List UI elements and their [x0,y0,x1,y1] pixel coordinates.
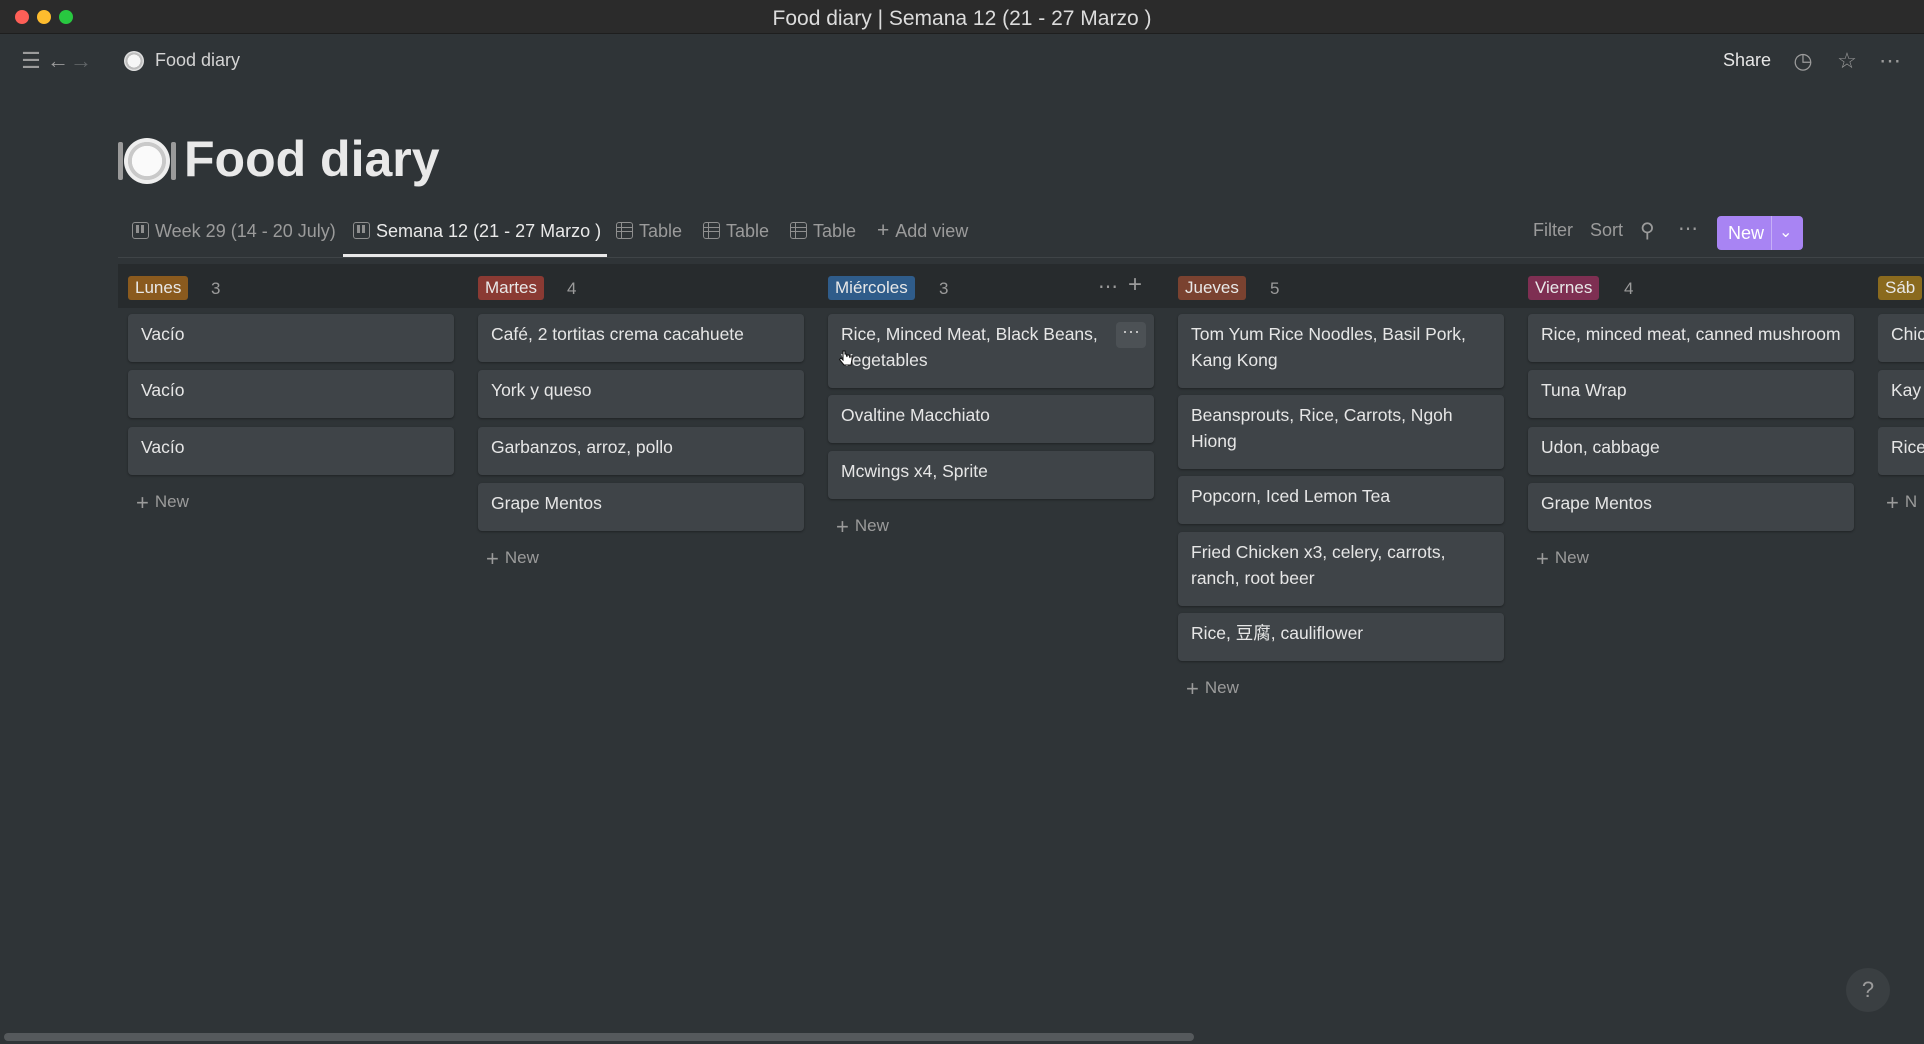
window-title: Food diary | Semana 12 (21 - 27 Marzo ) [772,7,1152,30]
card[interactable]: Udon, cabbage [1528,427,1854,475]
column-tag[interactable]: Martes [478,276,544,300]
card[interactable]: Grape Mentos [478,483,804,531]
plus-icon: + [136,490,149,515]
forward-arrow-icon[interactable]: → [68,48,94,74]
page-plate-icon[interactable] [118,138,176,184]
card[interactable]: Fried Chicken x3, celery, carrots, ranch… [1178,532,1504,606]
card-more-icon[interactable]: ⋯ [1116,322,1146,348]
column-more-icon[interactable]: ⋯ [1098,274,1118,299]
column-header: Sáb [1878,276,1923,300]
column-header: Jueves [1178,276,1246,300]
card[interactable]: Rice, Minced Meat, Black Beans, Vegetabl… [828,314,1154,388]
column-header: Lunes [128,276,189,300]
column-count: 3 [939,279,949,298]
help-button[interactable]: ? [1846,968,1890,1012]
new-button-label: New [1728,223,1765,243]
tabs-divider [118,257,1924,258]
top-bar: ☰ ← → Food diary Share ◷ ☆ ⋯ [0,34,1924,88]
column-tag[interactable]: Jueves [1178,276,1246,300]
hand-cursor-icon [838,350,853,366]
breadcrumb[interactable]: Food diary [155,50,240,71]
card[interactable]: Vacío [128,314,454,362]
column-header: Martes [478,276,544,300]
table-icon [616,222,633,239]
column-count: 4 [1624,279,1634,298]
more-options-icon[interactable]: ⋯ [1877,48,1903,74]
more-options-icon[interactable]: ⋯ [1678,216,1698,241]
plus-icon: + [486,546,499,571]
column-header: Miércoles [828,276,915,300]
card[interactable]: Rice [1878,427,1924,475]
plate-icon [124,51,144,71]
new-button[interactable]: New ⌄ [1717,216,1803,250]
new-button-separator [1771,216,1772,250]
card[interactable]: Vacío [128,427,454,475]
chevron-down-icon[interactable]: ⌄ [1779,222,1792,242]
card[interactable]: Tuna Wrap [1528,370,1854,418]
column-count: 5 [1270,279,1280,298]
card[interactable]: Kay [1878,370,1924,418]
card[interactable]: Garbanzos, arroz, pollo [478,427,804,475]
add-card-button[interactable]: + New [836,514,889,540]
plus-icon: + [877,219,890,242]
add-card-button[interactable]: + New [486,546,539,572]
plus-icon: + [836,514,849,539]
tab-week-29[interactable]: Week 29 (14 - 20 July) [132,220,336,260]
board-icon [132,222,149,239]
column-tag[interactable]: Viernes [1528,276,1600,300]
scrollbar-thumb[interactable] [4,1033,1194,1041]
plus-icon: + [1186,676,1199,701]
app-window: Food diary | Semana 12 (21 - 27 Marzo ) … [0,0,1924,1044]
tab-table-2[interactable]: Table [703,220,769,260]
board-header-band [118,264,1924,308]
column-count: 4 [567,279,577,298]
column-add-icon[interactable]: + [1128,271,1142,299]
add-card-button[interactable]: + N [1886,490,1917,516]
card[interactable]: Rice, 豆腐, cauliflower [1178,613,1504,661]
card[interactable]: Tom Yum Rice Noodles, Basil Pork, Kang K… [1178,314,1504,388]
horizontal-scrollbar[interactable] [0,1030,1924,1044]
column-count: 3 [211,279,221,298]
column-tag[interactable]: Miércoles [828,276,915,300]
add-card-button[interactable]: + New [1186,676,1239,702]
active-tab-indicator [343,254,607,257]
plus-icon: + [1536,546,1549,571]
search-icon[interactable]: ⚲ [1640,218,1655,243]
sidebar-menu-icon[interactable]: ☰ [18,48,44,74]
add-view-button[interactable]: + Add view [877,220,968,260]
tab-table-1[interactable]: Table [616,220,682,260]
card[interactable]: Mcwings x4, Sprite [828,451,1154,499]
column-header: Viernes [1528,276,1600,300]
card[interactable]: Rice, minced meat, canned mushroom [1528,314,1854,362]
table-icon [703,222,720,239]
page-title[interactable]: Food diary [184,130,440,188]
card[interactable]: Café, 2 tortitas crema cacahuete [478,314,804,362]
card[interactable]: Chic [1878,314,1924,362]
column-tag[interactable]: Sáb [1878,276,1923,300]
column-sabado: Sáb Chic Kay Rice + N [1878,264,1924,524]
filter-button[interactable]: Filter [1533,220,1573,241]
column-tag[interactable]: Lunes [128,276,189,300]
card[interactable]: Popcorn, Iced Lemon Tea [1178,476,1504,524]
add-card-button[interactable]: + New [1536,546,1589,572]
card[interactable]: Beansprouts, Rice, Carrots, Ngoh Hiong [1178,395,1504,469]
card[interactable]: York y queso [478,370,804,418]
sort-button[interactable]: Sort [1590,220,1623,241]
title-bar: Food diary | Semana 12 (21 - 27 Marzo ) [0,0,1924,34]
history-clock-icon[interactable]: ◷ [1790,48,1816,74]
plus-icon: + [1886,490,1899,515]
card[interactable]: Grape Mentos [1528,483,1854,531]
favorite-star-icon[interactable]: ☆ [1834,48,1860,74]
add-card-button[interactable]: + New [136,490,189,516]
tab-table-3[interactable]: Table [790,220,856,260]
card[interactable]: Vacío [128,370,454,418]
card[interactable]: Ovaltine Macchiato [828,395,1154,443]
table-icon [790,222,807,239]
board-icon [353,222,370,239]
share-button[interactable]: Share [1723,50,1771,71]
